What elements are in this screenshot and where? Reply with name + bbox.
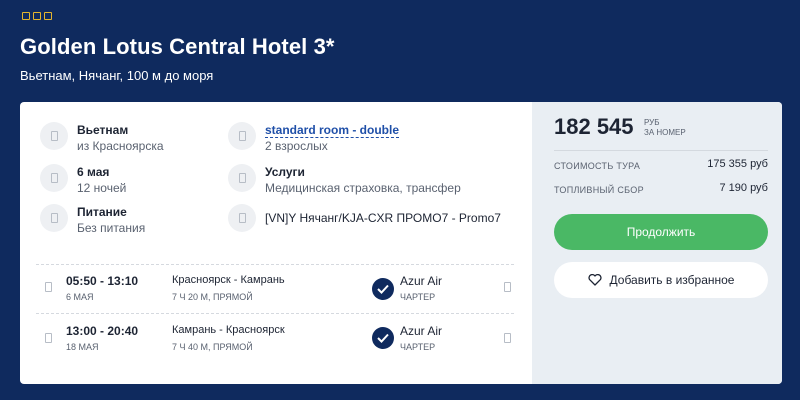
- price-panel: 182 545 РУБ ЗА НОМЕР СТОИМОСТЬ ТУРА 175 …: [532, 102, 782, 384]
- airline-logo-icon: [372, 278, 394, 300]
- flight-date: 6 МАЯ: [66, 292, 94, 302]
- star-icon: [22, 12, 30, 20]
- meal-label: Питание: [77, 205, 127, 219]
- placeholder-icon: [40, 204, 68, 232]
- flight-time: 05:50 - 13:10: [66, 274, 139, 288]
- flight-route: Красноярск - Камрань: [172, 274, 285, 286]
- nights-value: 12 ночей: [77, 181, 127, 195]
- add-to-favorites-button[interactable]: Добавить в избранное: [554, 262, 768, 298]
- flight-type: ЧАРТЕР: [400, 292, 436, 302]
- total-price: 182 545: [554, 114, 634, 139]
- price-currency: РУБ ЗА НОМЕР: [644, 118, 686, 138]
- divider: [36, 313, 514, 314]
- placeholder-icon[interactable]: [504, 282, 511, 292]
- placeholder-icon: [45, 282, 52, 292]
- flight-route: Камрань - Красноярск: [172, 324, 285, 336]
- tour-cost-label: СТОИМОСТЬ ТУРА: [554, 161, 641, 171]
- flight-time: 13:00 - 20:40: [66, 324, 139, 338]
- placeholder-icon: [228, 164, 256, 192]
- continue-button[interactable]: Продолжить: [554, 214, 768, 250]
- fuel-fee-label: ТОПЛИВНЫЙ СБОР: [554, 185, 644, 195]
- star-icon: [33, 12, 41, 20]
- meal-value: Без питания: [77, 221, 146, 235]
- divider: [36, 264, 514, 265]
- airline-name: Azur Air: [400, 274, 443, 288]
- country-label: Вьетнам: [77, 123, 129, 137]
- flight-type: ЧАРТЕР: [400, 342, 436, 352]
- hotel-location: Вьетнам, Нячанг, 100 м до моря: [20, 68, 214, 83]
- placeholder-icon: [40, 122, 68, 150]
- placeholder-icon: [228, 204, 256, 232]
- divider: [554, 150, 768, 151]
- info-promo: [VN]Y Нячанг/KJA-CXR ПРОМО7 - Promo7: [228, 204, 501, 232]
- hotel-title: Golden Lotus Central Hotel 3*: [20, 34, 335, 59]
- per-room-label: ЗА НОМЕР: [644, 128, 686, 137]
- promo-value: [VN]Y Нячанг/KJA-CXR ПРОМО7 - Promo7: [265, 211, 501, 225]
- room-guests: 2 взрослых: [265, 139, 328, 153]
- airline-logo-icon: [372, 327, 394, 349]
- info-services: Услуги Медицинская страховка, трансфер: [228, 164, 461, 196]
- fuel-fee-value: 7 190 руб: [719, 182, 768, 194]
- tour-cost-value: 175 355 руб: [707, 158, 768, 170]
- flight-date: 18 МАЯ: [66, 342, 99, 352]
- currency-label: РУБ: [644, 118, 660, 127]
- placeholder-icon: [40, 164, 68, 192]
- heart-icon: [587, 274, 602, 286]
- room-type-link[interactable]: standard room - double: [265, 123, 400, 138]
- placeholder-icon[interactable]: [504, 333, 511, 343]
- departure-city: из Красноярска: [77, 139, 164, 153]
- tour-card: Вьетнам из Красноярска standard room - d…: [20, 102, 782, 384]
- airline-name: Azur Air: [400, 324, 443, 338]
- tour-details: Вьетнам из Красноярска standard room - d…: [20, 102, 532, 384]
- hotel-stars: [22, 12, 52, 20]
- services-label: Услуги: [265, 165, 305, 179]
- star-icon: [44, 12, 52, 20]
- placeholder-icon: [228, 122, 256, 150]
- flight-duration: 7 Ч 20 М, ПРЯМОЙ: [172, 292, 253, 302]
- info-country: Вьетнам из Красноярска: [40, 122, 164, 154]
- services-value: Медицинская страховка, трансфер: [265, 181, 461, 195]
- date-label: 6 мая: [77, 165, 110, 179]
- placeholder-icon: [45, 333, 52, 343]
- flight-duration: 7 Ч 40 М, ПРЯМОЙ: [172, 342, 253, 352]
- info-date: 6 мая 12 ночей: [40, 164, 126, 196]
- info-room: standard room - double 2 взрослых: [228, 122, 400, 154]
- favorites-label: Добавить в избранное: [609, 273, 735, 287]
- info-meal: Питание Без питания: [40, 204, 145, 236]
